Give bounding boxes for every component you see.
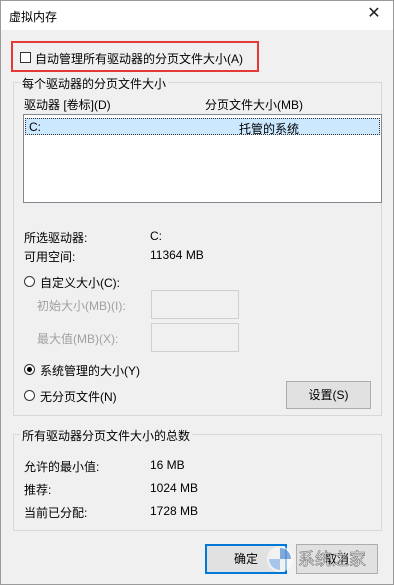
no-paging-radio[interactable] (24, 390, 35, 401)
recommended-label: 推荐: (24, 483, 52, 497)
system-managed-radio[interactable] (24, 364, 35, 375)
window-title: 虚拟内存 (9, 10, 58, 24)
recommended-value: 1024 MB (150, 481, 199, 495)
max-size-input[interactable] (151, 323, 239, 352)
title-bar (0, 0, 394, 30)
initial-size-input[interactable] (151, 290, 239, 319)
min-value: 16 MB (150, 458, 185, 472)
list-item[interactable]: C: 托管的系统 (25, 118, 380, 136)
allocated-label: 当前已分配: (24, 506, 88, 520)
custom-size-radio[interactable] (24, 276, 35, 287)
close-icon[interactable]: ✕ (364, 4, 384, 24)
system-managed-label[interactable]: 系统管理的大小(Y) (40, 362, 140, 379)
max-size-label: 最大值(MB)(X): (37, 332, 119, 346)
free-space-label: 可用空间: (24, 250, 76, 264)
svg-text:系统之家: 系统之家 (298, 550, 366, 570)
column-size: 分页文件大小(MB) (205, 98, 303, 112)
drive-list[interactable]: C: 托管的系统 (23, 114, 382, 203)
watermark-logo: 系统之家 (264, 543, 384, 575)
selected-drive-label: 所选驱动器: (24, 231, 88, 245)
allocated-value: 1728 MB (150, 504, 199, 518)
initial-size-label: 初始大小(MB)(I): (37, 299, 126, 313)
drives-group-title: 每个驱动器的分页文件大小 (20, 75, 169, 92)
min-label: 允许的最小值: (24, 460, 100, 474)
column-drive: 驱动器 [卷标](D) (24, 98, 111, 112)
totals-group-title: 所有驱动器分页文件大小的总数 (20, 427, 193, 444)
auto-manage-label[interactable]: 自动管理所有驱动器的分页文件大小(A) (35, 50, 243, 67)
list-item-size: 托管的系统 (239, 122, 300, 136)
list-item-drive: C: (29, 120, 41, 134)
custom-size-label[interactable]: 自定义大小(C): (40, 274, 120, 291)
free-space-value: 11364 MB (150, 248, 204, 262)
set-button[interactable]: 设置(S) (286, 381, 371, 409)
selected-drive-value: C: (150, 229, 162, 243)
auto-manage-checkbox[interactable] (20, 52, 31, 63)
no-paging-label[interactable]: 无分页文件(N) (40, 388, 117, 405)
